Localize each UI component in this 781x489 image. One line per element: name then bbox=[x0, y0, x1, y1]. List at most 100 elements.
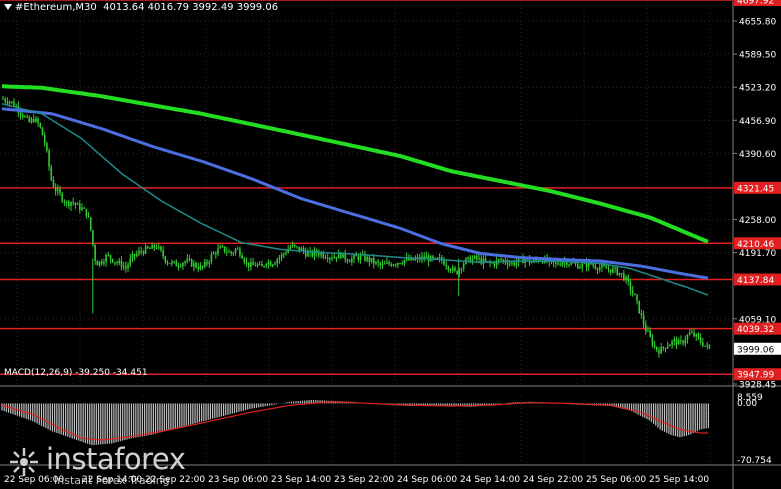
candle-body bbox=[241, 255, 243, 259]
candle-body bbox=[669, 344, 671, 347]
candle-body bbox=[83, 207, 85, 209]
candle-body bbox=[666, 346, 669, 349]
candle-body bbox=[638, 300, 640, 314]
candle-body bbox=[43, 135, 46, 144]
candle-body bbox=[388, 262, 390, 265]
candle-body bbox=[46, 143, 48, 151]
level-price-label: 4137.84 bbox=[737, 276, 774, 286]
candle-body bbox=[322, 252, 325, 258]
candle-body bbox=[276, 259, 279, 264]
candle-body bbox=[188, 258, 191, 260]
candle-body bbox=[704, 345, 706, 347]
macd-label: MACD(12,26,9) -39.250 -34.451 bbox=[4, 368, 148, 378]
candle-body bbox=[653, 345, 656, 347]
candle-body bbox=[636, 295, 638, 301]
candle-body bbox=[35, 118, 37, 122]
candle-body bbox=[454, 267, 456, 271]
candle-body bbox=[318, 253, 320, 256]
candle-body bbox=[21, 114, 24, 117]
candle-body bbox=[607, 268, 610, 270]
y-tick-label: 4456.90 bbox=[739, 117, 776, 127]
dropdown-triangle-icon[interactable] bbox=[4, 4, 12, 10]
candle-body bbox=[98, 261, 101, 266]
current-price-label: 3999.06 bbox=[737, 345, 774, 355]
candle-body bbox=[677, 339, 680, 345]
candle-body bbox=[561, 262, 564, 266]
candle-body bbox=[368, 256, 371, 262]
candle-body bbox=[576, 263, 579, 269]
candle-body bbox=[278, 257, 281, 260]
candle-body bbox=[684, 339, 687, 344]
candle-body bbox=[660, 346, 662, 354]
candle-body bbox=[559, 264, 562, 266]
candle-body bbox=[217, 248, 219, 255]
candle-body bbox=[445, 264, 447, 267]
x-tick-label: 23 Sep 06:00 bbox=[208, 475, 268, 485]
candle-body bbox=[182, 263, 184, 267]
candle-body bbox=[682, 340, 684, 344]
candle-body bbox=[204, 261, 206, 267]
candle-body bbox=[153, 244, 156, 248]
candle-body bbox=[78, 203, 81, 210]
candle-body bbox=[149, 248, 151, 250]
candle-body bbox=[370, 258, 373, 262]
candle-body bbox=[175, 261, 178, 267]
candle-body bbox=[642, 315, 645, 325]
candle-body bbox=[513, 262, 515, 266]
candle-body bbox=[598, 267, 601, 270]
candle-body bbox=[438, 257, 441, 259]
candle-body bbox=[212, 253, 215, 255]
candle-body bbox=[247, 262, 250, 267]
candle-body bbox=[620, 272, 623, 274]
candle-body bbox=[651, 336, 654, 346]
candle-body bbox=[54, 186, 57, 192]
candle-body bbox=[193, 263, 195, 267]
candle-body bbox=[618, 272, 621, 275]
candle-body bbox=[300, 248, 303, 251]
candle-body bbox=[179, 266, 182, 268]
candle-body bbox=[228, 251, 230, 253]
candle-body bbox=[24, 116, 26, 118]
candle-body bbox=[579, 267, 581, 269]
candle-body bbox=[184, 261, 186, 264]
candle-body bbox=[140, 250, 143, 252]
candle-body bbox=[506, 262, 509, 265]
candle-body bbox=[401, 263, 404, 265]
candle-body bbox=[265, 264, 268, 267]
y-tick-label: 3928.45 bbox=[739, 381, 776, 391]
candle-body bbox=[285, 252, 287, 254]
candle-body bbox=[478, 258, 480, 260]
candle-body bbox=[103, 262, 105, 264]
candle-body bbox=[497, 259, 500, 261]
candle-body bbox=[96, 261, 99, 266]
candle-body bbox=[239, 248, 241, 256]
candle-body bbox=[634, 293, 636, 296]
candle-body bbox=[173, 261, 175, 263]
candle-body bbox=[274, 263, 276, 265]
candle-body bbox=[307, 252, 309, 257]
candle-body bbox=[612, 268, 614, 273]
candle-body bbox=[250, 262, 252, 267]
candle-body bbox=[671, 341, 673, 345]
x-tick-label: 23 Sep 14:00 bbox=[271, 475, 331, 485]
candle-body bbox=[379, 263, 382, 266]
candle-body bbox=[432, 256, 434, 259]
candle-body bbox=[133, 254, 136, 256]
x-tick-label: 23 Sep 22:00 bbox=[334, 475, 394, 485]
level-price-label: 4039.32 bbox=[737, 325, 774, 335]
candle-body bbox=[131, 254, 134, 259]
candle-body bbox=[592, 264, 594, 266]
candle-body bbox=[366, 256, 368, 261]
candle-body bbox=[32, 118, 35, 122]
candle-body bbox=[357, 256, 360, 260]
candle-body bbox=[699, 337, 702, 343]
instaforex-logo-icon bbox=[10, 448, 38, 476]
candle-body bbox=[293, 244, 296, 247]
y-tick-label: 4523.20 bbox=[739, 84, 776, 94]
macd-tick-label: -70.754 bbox=[737, 456, 772, 466]
candle-body bbox=[210, 254, 213, 262]
candle-body bbox=[61, 193, 64, 202]
candle-body bbox=[6, 101, 9, 104]
candle-body bbox=[199, 265, 202, 270]
candle-body bbox=[605, 266, 608, 269]
